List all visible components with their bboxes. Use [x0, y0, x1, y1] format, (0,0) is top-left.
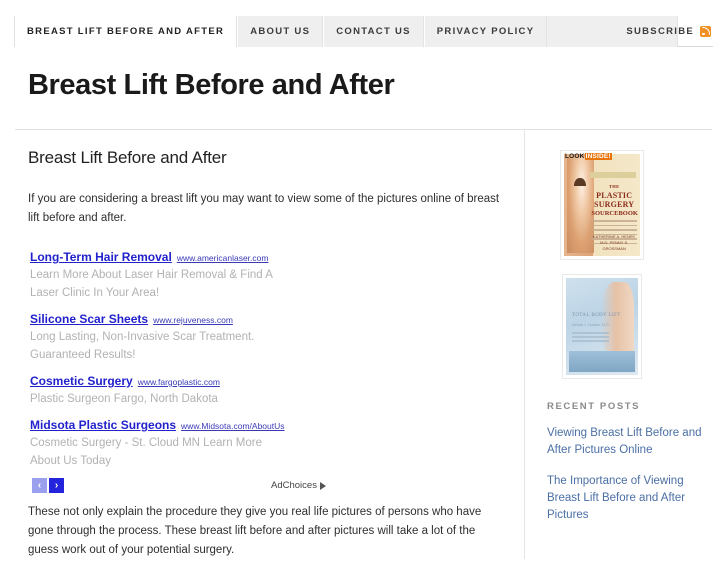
look-inside-badge-b: INSIDE!: [584, 153, 612, 160]
adchoices-triangle-icon: [319, 481, 326, 490]
ad-next-button[interactable]: ›: [49, 478, 64, 493]
tab-breast-lift-before-and-after[interactable]: BREAST LIFT BEFORE AND AFTER: [14, 16, 238, 47]
tab-privacy-policy[interactable]: PRIVACY POLICY: [423, 16, 548, 47]
tab-label: CONTACT US: [336, 26, 411, 37]
book-cover-art: THE PLASTIC SURGERY SOURCEBOOK KATHERINE…: [564, 154, 640, 256]
recent-posts-heading: Recent Posts: [547, 401, 641, 412]
ad-prev-button[interactable]: ‹: [32, 478, 47, 493]
look-inside-badge-a: LOOK: [565, 153, 585, 160]
page-body: Breast Lift Before and After If you are …: [0, 130, 727, 559]
book2-cover-text-lines: [572, 332, 610, 344]
ad-url-link[interactable]: www.fargoplastic.com: [138, 377, 220, 387]
ad-description-line: Cosmetic Surgery - St. Cloud MN Learn Mo…: [30, 437, 262, 449]
page-title: Breast Lift Before and After: [28, 69, 395, 101]
ad-url-link[interactable]: www.Midsota.com/AboutUs: [181, 421, 284, 431]
ad-description-line: Learn More About Laser Hair Removal & Fi…: [30, 269, 273, 281]
ad-item: Silicone Scar Sheets www.rejuveness.com L…: [30, 310, 502, 364]
book2-cover-sea: [569, 350, 635, 372]
ad-description-line: About Us Today: [30, 455, 111, 467]
tab-about-us[interactable]: ABOUT US: [237, 16, 324, 47]
book2-cover-art: TOTAL BODY LIFT Dennis J. Hurwitz, M.D.: [566, 278, 638, 375]
ad-url-link[interactable]: www.rejuveness.com: [153, 315, 233, 325]
tab-label: PRIVACY POLICY: [436, 26, 535, 37]
subscribe-link[interactable]: SUBSCRIBE: [626, 16, 711, 47]
book-cover-title-line-0: THE: [608, 184, 620, 189]
book2-cover-subtitle: Dennis J. Hurwitz, M.D.: [572, 322, 610, 327]
book-cover-title: THE PLASTIC SURGERY SOURCEBOOK: [591, 182, 638, 218]
subscribe-label: SUBSCRIBE: [626, 26, 694, 37]
ad-pagination-row: ‹ › AdChoices: [32, 478, 502, 493]
book-ad-plastic-surgery-sourcebook[interactable]: THE PLASTIC SURGERY SOURCEBOOK KATHERINE…: [560, 150, 644, 260]
book-cover-band: [589, 172, 636, 178]
ad-item: Cosmetic Surgery www.fargoplastic.com Pla…: [30, 372, 502, 408]
top-navigation-bar: BREAST LIFT BEFORE AND AFTER ABOUT US CO…: [0, 16, 727, 47]
tab-contact-us[interactable]: CONTACT US: [323, 16, 424, 47]
ad-headline-link[interactable]: Midsota Plastic Surgeons: [30, 418, 176, 432]
ad-headline-link[interactable]: Silicone Scar Sheets: [30, 312, 148, 326]
ad-description-line: Guaranteed Results!: [30, 349, 136, 361]
post-outro-paragraph: These not only explain the procedure the…: [28, 506, 482, 556]
book-cover-title-line-2: SURGERY: [594, 200, 635, 209]
book2-cover-title: TOTAL BODY LIFT: [572, 312, 621, 318]
adchoices-link[interactable]: AdChoices: [271, 480, 326, 491]
book-cover-eye: [574, 178, 586, 186]
book-cover-title-line-1: PLASTIC: [596, 191, 633, 200]
tab-label: ABOUT US: [250, 26, 311, 37]
book-cover-authors: KATHERINE A. HENRY M.D. PENNY S. GROSSMA…: [593, 234, 636, 251]
post-intro-paragraph: If you are considering a breast lift you…: [28, 193, 500, 224]
sidebar: THE PLASTIC SURGERY SOURCEBOOK KATHERINE…: [525, 130, 727, 559]
nav-tabs: BREAST LIFT BEFORE AND AFTER ABOUT US CO…: [14, 16, 727, 47]
ad-description-line: Laser Clinic In Your Area!: [30, 287, 160, 299]
ad-description-line: Long Lasting, Non-Invasive Scar Treatmen…: [30, 331, 255, 343]
ad-block: Long-Term Hair Removal www.americanlaser.…: [30, 248, 502, 493]
ad-url-link[interactable]: www.americanlaser.com: [177, 253, 269, 263]
recent-post-link-2[interactable]: The Importance of Viewing Breast Lift Be…: [547, 473, 715, 524]
look-inside-badge: LOOKINSIDE!: [565, 153, 612, 160]
recent-post-link-1[interactable]: Viewing Breast Lift Before and After Pic…: [547, 425, 715, 459]
rss-icon: [700, 26, 711, 37]
adchoices-label: AdChoices: [271, 480, 317, 491]
ad-item: Midsota Plastic Surgeons www.Midsota.com/…: [30, 416, 502, 470]
ad-headline-link[interactable]: Long-Term Hair Removal: [30, 250, 172, 264]
ad-description-line: Plastic Surgeon Fargo, North Dakota: [30, 393, 218, 405]
ad-item: Long-Term Hair Removal www.americanlaser.…: [30, 248, 502, 302]
ad-headline-link[interactable]: Cosmetic Surgery: [30, 374, 133, 388]
book-ad-total-body-lift[interactable]: TOTAL BODY LIFT Dennis J. Hurwitz, M.D.: [562, 274, 642, 379]
main-content: Breast Lift Before and After If you are …: [0, 130, 525, 559]
book-cover-title-line-3: SOURCEBOOK: [591, 210, 638, 217]
post-title: Breast Lift Before and After: [28, 148, 227, 167]
tab-label: BREAST LIFT BEFORE AND AFTER: [27, 26, 225, 37]
